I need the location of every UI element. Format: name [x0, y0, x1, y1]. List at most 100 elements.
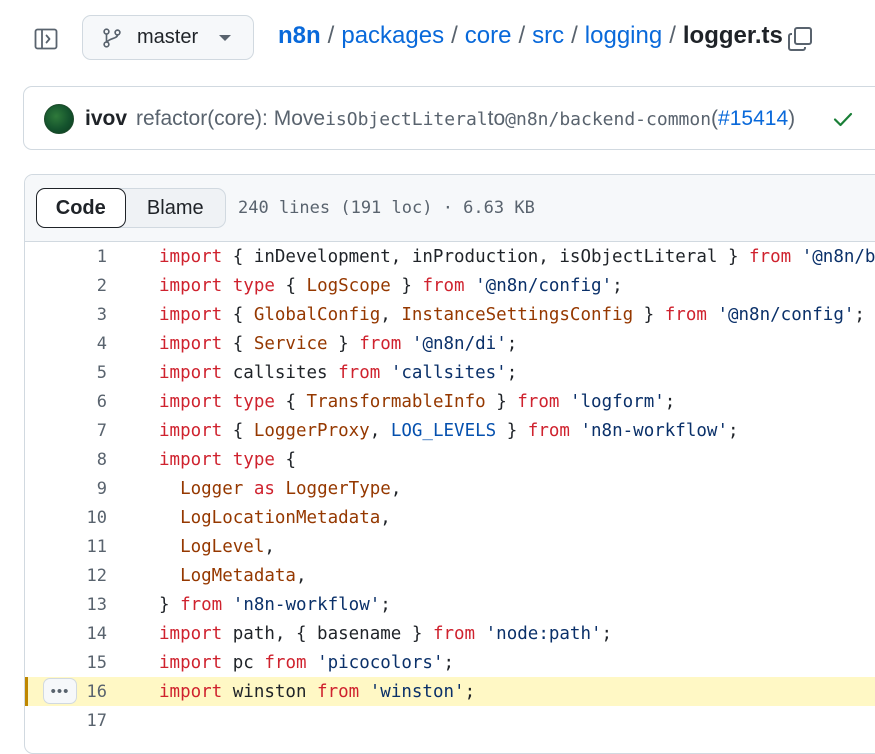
- string-token: 'n8n-workflow': [580, 420, 728, 441]
- code-line-content: LogLocationMetadata,: [159, 508, 391, 528]
- sidebar-expand-icon[interactable]: [34, 27, 58, 51]
- keyword-token: import: [159, 652, 223, 673]
- commit-author[interactable]: ivov: [85, 107, 127, 131]
- code-line-content: import { LoggerProxy, LOG_LEVELS } from …: [159, 421, 739, 441]
- commit-message-text: refactor(core): Move: [136, 107, 326, 130]
- code-text: ;: [612, 275, 623, 296]
- line-number[interactable]: 10: [25, 508, 107, 528]
- keyword-token: type: [232, 391, 275, 412]
- keyword-token: from: [432, 623, 476, 644]
- code-line-content: import { Service } from '@n8n/di';: [159, 334, 517, 354]
- constant-token: LOG_LEVELS: [390, 420, 497, 441]
- breadcrumb-separator: /: [451, 22, 458, 49]
- line-number[interactable]: 17: [25, 711, 107, 731]
- code-text: {: [222, 420, 254, 441]
- code-text: {: [274, 275, 307, 296]
- code-line: 8 import type {: [25, 445, 875, 474]
- line-number[interactable]: 14: [25, 624, 107, 644]
- keyword-token: from: [664, 304, 707, 325]
- code-line: 14 import path, { basename } from 'node:p…: [25, 619, 875, 648]
- keyword-token: import: [159, 681, 223, 702]
- keyword-token: from: [527, 420, 570, 441]
- line-number[interactable]: 16: [25, 682, 107, 702]
- line-number[interactable]: 5: [25, 363, 107, 383]
- code-text: ;: [664, 391, 676, 412]
- breadcrumb-separator: /: [518, 22, 526, 49]
- code-text: ;: [443, 652, 455, 673]
- code-line-content: import { inDevelopment, inProduction, is…: [159, 247, 875, 267]
- code-text: ,: [390, 478, 402, 499]
- code-text: ;: [728, 420, 739, 441]
- line-number[interactable]: 2: [25, 276, 107, 296]
- breadcrumb-src-link[interactable]: src: [532, 22, 564, 50]
- string-token: '@n8n/config': [717, 304, 855, 325]
- line-number[interactable]: 13: [25, 595, 107, 615]
- branch-name: master: [137, 26, 199, 48]
- avatar[interactable]: [44, 104, 74, 134]
- breadcrumb-filename: logger.ts: [682, 22, 783, 49]
- string-token: 'callsites': [390, 362, 507, 383]
- line-number[interactable]: 6: [25, 392, 107, 412]
- identifier-token: LoggerType: [285, 478, 391, 499]
- code-viewer: Code Blame 240 lines (191 loc) · 6.63 KB…: [24, 174, 875, 754]
- code-line-content: Logger as LoggerType,: [159, 479, 401, 499]
- code-text: ,: [295, 565, 307, 586]
- keyword-token: import: [159, 333, 223, 354]
- code-line-content: import type { LogScope } from '@n8n/conf…: [159, 276, 623, 296]
- code-line: 6 import type { TransformableInfo } from …: [25, 387, 875, 416]
- code-text: ;: [601, 623, 613, 644]
- pull-request-link[interactable]: #15414: [718, 107, 788, 131]
- breadcrumb-core-link[interactable]: core: [465, 22, 512, 50]
- code-line-content: import callsites from 'callsites';: [159, 363, 517, 383]
- check-icon[interactable]: [832, 108, 854, 130]
- keyword-token: from: [317, 681, 360, 702]
- breadcrumb-packages-link[interactable]: packages: [341, 22, 444, 50]
- tab-code[interactable]: Code: [36, 188, 126, 228]
- latest-commit-box: ivov refactor(core): Move isObjectLitera…: [23, 86, 875, 150]
- keyword-token: from: [749, 246, 792, 267]
- breadcrumb-separator: /: [669, 22, 676, 49]
- keyword-token: from: [338, 362, 381, 383]
- code-line-content: import pc from 'picocolors';: [159, 653, 454, 673]
- code-line-content: import type {: [159, 450, 296, 470]
- line-number[interactable]: 15: [25, 653, 107, 673]
- line-number[interactable]: 11: [25, 537, 107, 557]
- code-line-content: import type { TransformableInfo } from '…: [159, 392, 675, 412]
- commit-message-text: ): [788, 107, 796, 130]
- code-text: ,: [369, 420, 391, 441]
- line-number[interactable]: 8: [25, 450, 107, 470]
- code-line-content: LogMetadata,: [159, 565, 307, 586]
- breadcrumb-repo-link[interactable]: n8n: [278, 22, 321, 50]
- copy-path-icon[interactable]: [786, 25, 814, 53]
- line-number[interactable]: 4: [25, 334, 107, 354]
- line-number[interactable]: 3: [25, 305, 107, 325]
- branch-selector-button[interactable]: master: [82, 15, 254, 60]
- commit-message[interactable]: refactor(core): Move isObjectLiteral to …: [136, 107, 795, 131]
- tab-blame[interactable]: Blame: [126, 189, 225, 227]
- line-number[interactable]: 1: [25, 247, 107, 267]
- code-line-content: import { GlobalConfig, InstanceSettingsC…: [159, 305, 865, 325]
- breadcrumb-logging-link[interactable]: logging: [585, 22, 662, 50]
- code-line: 7 import { LoggerProxy, LOG_LEVELS } from…: [25, 416, 875, 445]
- file-stats: 240 lines (191 loc) · 6.63 KB: [238, 198, 535, 218]
- line-number[interactable]: 12: [25, 566, 107, 586]
- breadcrumb-separator: /: [571, 22, 578, 49]
- keyword-token: from: [264, 652, 307, 673]
- view-mode-toggle: Code Blame: [36, 188, 226, 228]
- line-number[interactable]: 7: [25, 421, 107, 441]
- identifier-token: Logger: [180, 478, 244, 499]
- line-number[interactable]: 9: [25, 479, 107, 499]
